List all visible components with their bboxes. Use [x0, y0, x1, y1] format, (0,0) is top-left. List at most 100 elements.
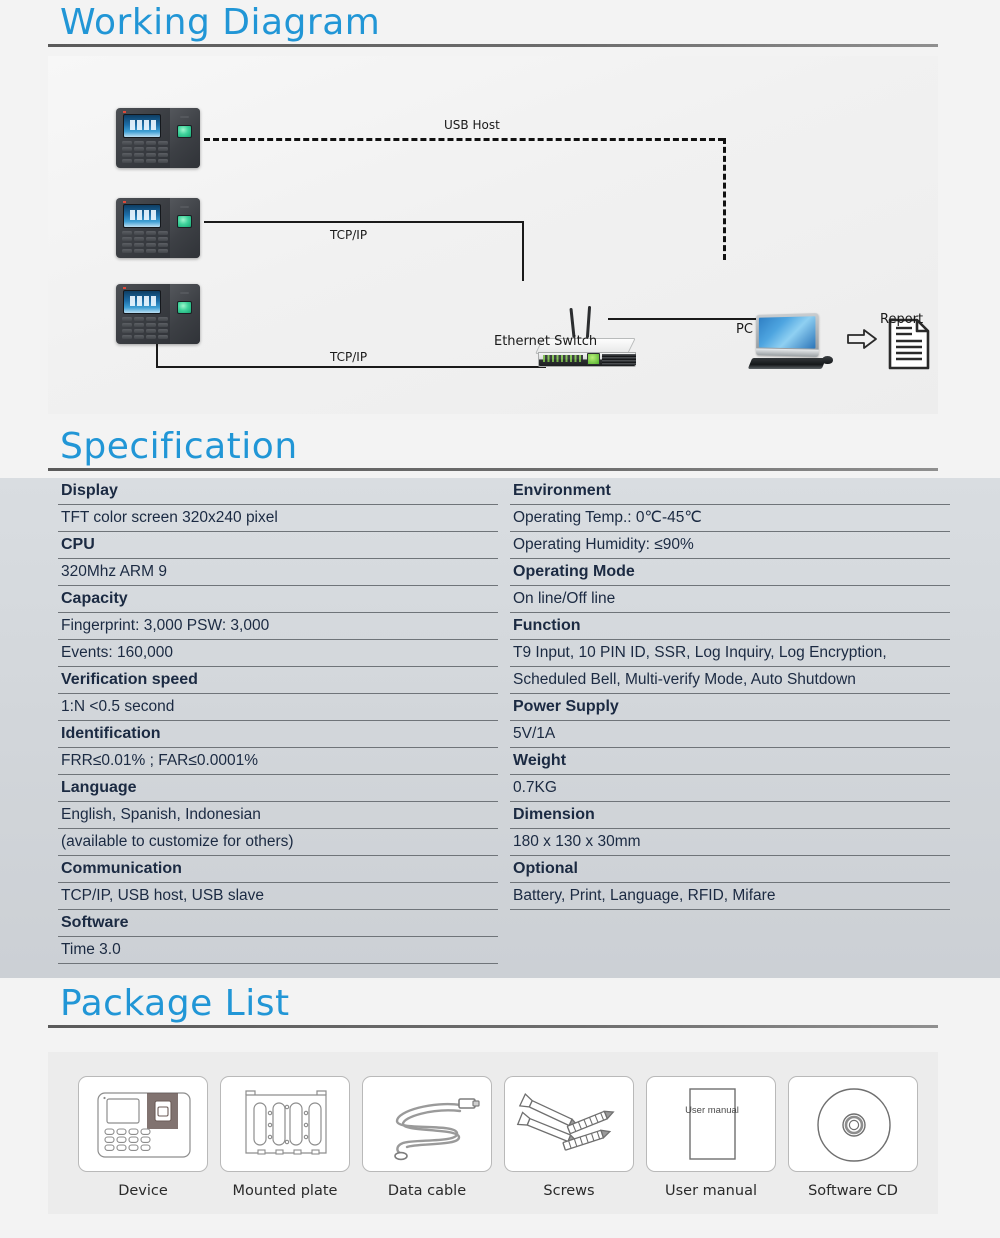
heading-rule: [48, 1025, 938, 1028]
spec-category-header: CPU: [58, 532, 498, 559]
spec-category-header: Weight: [510, 748, 950, 775]
mouse-icon: [822, 356, 833, 364]
spec-category-header: Display: [58, 478, 498, 505]
spec-category-header: Optional: [510, 856, 950, 883]
spec-value-row: 1:N <0.5 second: [58, 694, 498, 721]
package-item-box: [504, 1076, 634, 1172]
package-item-label: Device: [118, 1183, 168, 1199]
specification-left-column: Display TFT color screen 320x240 pixel CPU…: [58, 478, 498, 964]
specification-right-column: Environment Operating Temp.: 0℃-45℃ Operat…: [510, 478, 950, 964]
package-item-data-cable: Data cable: [362, 1076, 492, 1199]
spec-category-header: Language: [58, 775, 498, 802]
spec-value-row: On line/Off line: [510, 586, 950, 613]
tcpip-top-link: [204, 221, 524, 223]
spec-value-row: Time 3.0: [58, 937, 498, 964]
spec-value-row: Events: 160,000: [58, 640, 498, 667]
package-item-device: Device: [78, 1076, 208, 1199]
heading-rule: [48, 468, 938, 471]
package-item-box: [78, 1076, 208, 1172]
package-item-box: [788, 1076, 918, 1172]
fingerprint-sensor-icon: [177, 215, 192, 228]
device-keypad: [122, 141, 168, 163]
spec-category-header: Capacity: [58, 586, 498, 613]
monitor-icon: [756, 313, 819, 357]
spec-value-row: 320Mhz ARM 9: [58, 559, 498, 586]
package-item-user-manual: User manual User manual: [646, 1076, 776, 1199]
device-screen: [123, 290, 161, 314]
spec-value-row: Battery, Print, Language, RFID, Mifare: [510, 883, 950, 910]
switch-pc-link: [608, 318, 756, 320]
spec-category-header: Environment: [510, 478, 950, 505]
spec-value-row: TCP/IP, USB host, USB slave: [58, 883, 498, 910]
fingerprint-terminal-1: [116, 108, 200, 168]
package-item-box: [362, 1076, 492, 1172]
package-item-screws: Screws: [504, 1076, 634, 1199]
fingerprint-zone: [170, 284, 200, 344]
tcpip-top-link-vertical: [522, 221, 524, 281]
fingerprint-terminal-3: [116, 284, 200, 344]
data-cable-icon: [394, 1098, 480, 1161]
tcpip-bottom-link-left: [156, 344, 158, 368]
usb-host-link-vertical: [723, 138, 726, 260]
specification-table: Display TFT color screen 320x240 pixel CPU…: [0, 478, 1000, 978]
spec-value-row: Scheduled Bell, Multi-verify Mode, Auto …: [510, 667, 950, 694]
spec-category-header: Verification speed: [58, 667, 498, 694]
spec-category-header: Power Supply: [510, 694, 950, 721]
package-item-label: Mounted plate: [232, 1183, 338, 1199]
device-screen: [123, 114, 161, 138]
pc-label: PC: [736, 322, 753, 337]
device-icon: [97, 1092, 191, 1158]
device-led-icon: [123, 111, 126, 113]
report-label: Report: [880, 312, 924, 327]
working-diagram-title: Working Diagram: [60, 2, 381, 43]
card-slot: [180, 292, 189, 294]
specification-title: Specification: [60, 426, 298, 467]
fingerprint-zone: [170, 108, 200, 168]
spec-value-row: T9 Input, 10 PIN ID, SSR, Log Inquiry, L…: [510, 640, 950, 667]
spec-value-row: 0.7KG: [510, 775, 950, 802]
ethernet-switch-label: Ethernet Switch: [494, 334, 598, 349]
tcpip-bottom-label: TCP/IP: [330, 350, 368, 364]
user-manual-cover-text: User manual: [685, 1105, 739, 1116]
spec-category-header: Function: [510, 613, 950, 640]
spec-value-row: FRR≤0.01% ; FAR≤0.0001%: [58, 748, 498, 775]
device-led-icon: [123, 287, 126, 289]
package-item-box: User manual: [646, 1076, 776, 1172]
package-item-label: Software CD: [808, 1183, 898, 1199]
user-manual-icon: [689, 1088, 736, 1160]
spec-value-row: 5V/1A: [510, 721, 950, 748]
package-list-panel: Device Mounted plate Data cable Screws U…: [48, 1052, 938, 1214]
package-item-box: [220, 1076, 350, 1172]
usb-host-label: USB Host: [444, 118, 500, 132]
spec-category-header: Communication: [58, 856, 498, 883]
spec-value-row: 180 x 130 x 30mm: [510, 829, 950, 856]
device-screen: [123, 204, 161, 228]
spec-value-row: English, Spanish, Indonesian: [58, 802, 498, 829]
tcpip-top-label: TCP/IP: [330, 228, 368, 242]
fingerprint-sensor-icon: [177, 125, 192, 138]
spec-category-header: Software: [58, 910, 498, 937]
package-item-label: User manual: [665, 1183, 757, 1199]
pc-icon: [747, 313, 834, 376]
card-slot: [180, 206, 189, 208]
package-item-software-cd: Software CD: [788, 1076, 918, 1199]
working-diagram-panel: USB Host TCP/IP TCP/IP Ethernet Switch P…: [48, 56, 938, 414]
package-item-mounted-plate: Mounted plate: [220, 1076, 350, 1199]
spec-value-row: TFT color screen 320x240 pixel: [58, 505, 498, 532]
fingerprint-terminal-2: [116, 198, 200, 258]
specification-heading: Specification: [0, 426, 1000, 471]
device-keypad: [122, 317, 168, 339]
working-diagram-heading: Working Diagram: [0, 2, 1000, 47]
software-cd-icon: [817, 1088, 891, 1162]
usb-host-link: [204, 138, 724, 141]
spec-value-row: Operating Humidity: ≤90%: [510, 532, 950, 559]
spec-value-row: Fingerprint: 3,000 PSW: 3,000: [58, 613, 498, 640]
spec-value-row: (available to customize for others): [58, 829, 498, 856]
keyboard-icon: [747, 358, 827, 369]
package-list-title: Package List: [60, 983, 290, 1024]
switch-ports: [543, 355, 583, 362]
tcpip-bottom-link: [156, 366, 546, 368]
package-list-heading: Package List: [0, 983, 1000, 1028]
fingerprint-sensor-icon: [177, 301, 192, 314]
spec-category-header: Identification: [58, 721, 498, 748]
